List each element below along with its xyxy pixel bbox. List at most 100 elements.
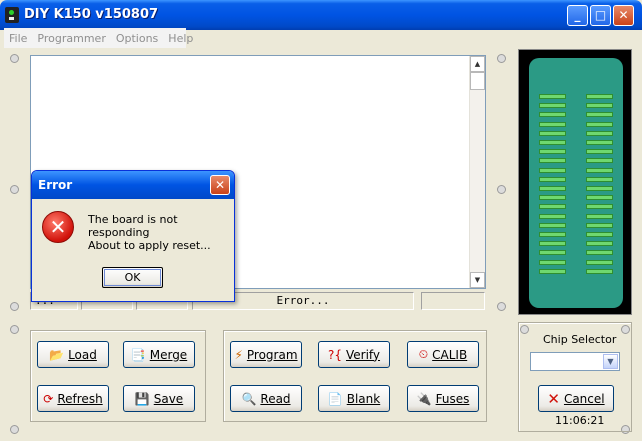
program-button[interactable]: ⚡ Program: [230, 341, 302, 368]
socket-pin: [539, 140, 566, 145]
socket-pin: [539, 149, 566, 155]
socket-pin: [586, 241, 613, 247]
merge-button[interactable]: 📑 Merge: [123, 341, 195, 368]
minimize-button[interactable]: _: [567, 5, 588, 26]
dialog-title-bar[interactable]: Error ✕: [32, 171, 234, 199]
socket-pin: [539, 195, 566, 201]
title-bar[interactable]: DIY K150 v150807 _ □ ✕: [0, 0, 642, 30]
socket-pin: [539, 94, 566, 99]
grip-bottom-left[interactable]: [10, 302, 19, 311]
socket-pin: [539, 241, 566, 247]
socket-pin: [539, 158, 566, 164]
log-scrollbar[interactable]: ▲ ▼: [469, 56, 485, 288]
chip-socket-panel: [518, 49, 632, 315]
merge-icon: 📑: [130, 347, 146, 362]
socket-pin: [586, 121, 613, 127]
refresh-icon: ⟳: [43, 391, 54, 406]
socket-pin: [586, 195, 613, 201]
socket-pin: [586, 94, 613, 99]
socket-pin: [586, 268, 613, 274]
blank-page-icon: 📄: [327, 391, 343, 406]
window-title: DIY K150 v150807: [24, 7, 159, 22]
read-button[interactable]: 🔍 Read: [230, 385, 302, 412]
dialog-title: Error: [38, 178, 73, 192]
socket-pin: [539, 259, 566, 265]
socket-pin: [586, 140, 613, 145]
refresh-button[interactable]: ⟳ Refresh: [37, 385, 109, 412]
error-icon: ✕: [42, 211, 74, 243]
close-button[interactable]: ✕: [613, 5, 634, 26]
cancel-button[interactable]: ✕ Cancel: [538, 385, 614, 412]
socket-pin: [586, 232, 613, 237]
menu-options[interactable]: Options: [111, 32, 163, 45]
save-button[interactable]: 💾 Save: [123, 385, 195, 412]
socket-pin: [586, 186, 613, 191]
socket-pin: [586, 176, 613, 182]
scroll-up-icon[interactable]: ▲: [470, 56, 485, 72]
program-icon: ⚡: [234, 347, 243, 362]
socket-pin: [586, 250, 613, 256]
error-dialog: Error ✕ ✕ The board is not responding Ab…: [31, 170, 235, 302]
socket-pin: [539, 130, 566, 136]
socket-pin: [586, 213, 613, 219]
grip-top-right[interactable]: [497, 54, 506, 63]
dialog-message-line2: About to apply reset...: [88, 239, 211, 252]
chip-selector-label: Chip Selector: [543, 333, 617, 346]
status-progress: [421, 292, 485, 310]
chevron-down-icon[interactable]: ▼: [603, 354, 618, 369]
socket-pin: [586, 149, 613, 155]
scroll-down-icon[interactable]: ▼: [470, 272, 485, 288]
socket-pin: [539, 167, 566, 173]
app-icon: [5, 7, 19, 23]
folder-open-icon: 📂: [49, 347, 65, 362]
cancel-x-icon: ✕: [547, 389, 560, 408]
menu-help[interactable]: Help: [163, 32, 198, 45]
socket-pin: [539, 121, 566, 127]
socket-pin: [539, 222, 566, 228]
socket-pin: [586, 158, 613, 164]
socket-pin: [539, 176, 566, 182]
menu-bar: File Programmer Options Help: [4, 28, 193, 48]
menu-programmer[interactable]: Programmer: [32, 32, 110, 45]
menu-file[interactable]: File: [4, 32, 32, 45]
socket-pin: [586, 167, 613, 173]
grip-buttons-left-bottom[interactable]: [10, 425, 19, 434]
grip-mid-right[interactable]: [497, 185, 506, 194]
scroll-thumb[interactable]: [470, 72, 485, 90]
socket-pin: [586, 259, 613, 265]
ok-button[interactable]: OK: [102, 267, 163, 288]
fuses-icon: 🔌: [416, 391, 432, 406]
socket-pin: [586, 130, 613, 136]
clock-icon: ⏲: [418, 347, 429, 361]
dialog-message-line1: The board is not responding: [88, 213, 178, 239]
clock: 11:06:21: [555, 414, 605, 427]
fuses-button[interactable]: 🔌 Fuses: [407, 385, 479, 412]
dialog-close-button[interactable]: ✕: [210, 175, 230, 195]
socket-pin: [539, 103, 566, 109]
socket-pin: [539, 268, 566, 274]
grip-mid-left[interactable]: [10, 185, 19, 194]
maximize-button[interactable]: □: [590, 5, 611, 26]
floppy-icon: 💾: [134, 391, 150, 406]
grip-bottom-right[interactable]: [497, 302, 506, 311]
socket-pin: [539, 250, 566, 256]
blank-button[interactable]: 📄 Blank: [318, 385, 390, 412]
socket-pin: [539, 186, 566, 191]
socket-pin: [586, 204, 613, 210]
socket-pin: [586, 103, 613, 109]
read-icon: 🔍: [241, 391, 257, 406]
grip-buttons-left[interactable]: [10, 325, 19, 334]
socket-pin: [586, 222, 613, 228]
load-button[interactable]: 📂 Load: [37, 341, 109, 368]
calib-button[interactable]: ⏲ CALIB: [407, 341, 479, 368]
zif-socket: [529, 58, 623, 308]
socket-pin: [539, 112, 566, 118]
socket-pin: [539, 213, 566, 219]
verify-button[interactable]: ?{Verify: [318, 341, 390, 368]
verify-icon: ?{: [327, 347, 342, 362]
socket-pin: [539, 204, 566, 210]
chip-selector-dropdown[interactable]: ▼: [530, 352, 620, 371]
grip-top-left[interactable]: [10, 54, 19, 63]
socket-pin: [539, 232, 566, 237]
socket-pin: [586, 112, 613, 118]
